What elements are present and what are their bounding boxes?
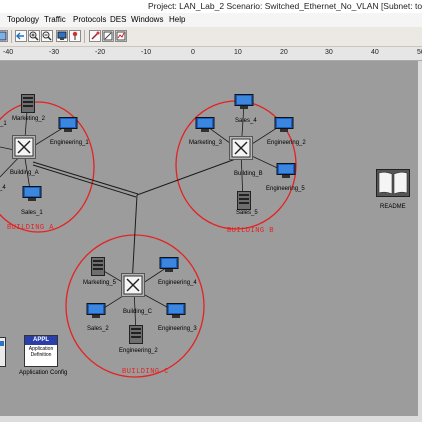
ruler-tick: 20: [280, 49, 288, 56]
building-b-label: BUILDING B: [227, 227, 275, 235]
host-label: Engineering_1: [50, 140, 89, 146]
workstation-icon[interactable]: [276, 163, 296, 181]
host-label: Marketing_3: [189, 140, 223, 146]
building-a-label: BUILDING A: [7, 224, 55, 232]
workstation-icon[interactable]: [274, 117, 294, 135]
book-icon[interactable]: [376, 169, 410, 199]
node-icon[interactable]: [89, 30, 101, 42]
host-label: Sales_4: [235, 118, 257, 124]
topology-links-layer: [0, 100, 297, 378]
workstation-icon[interactable]: [195, 117, 215, 135]
application-config-label: Application Config: [19, 370, 68, 376]
building-c-label: BUILDING C: [122, 368, 170, 376]
server-icon[interactable]: [21, 94, 35, 115]
ruler-tick: 10: [234, 49, 242, 56]
appl-box-text: Application Definition: [28, 346, 54, 358]
host-label: Engineering_4: [158, 280, 197, 286]
menu-bar: Topology Traffic Protocols DES Windows H…: [0, 13, 422, 27]
host-label: Engineering_2: [119, 348, 158, 354]
backbone-link-c: [131, 194, 138, 286]
arrow-left-icon[interactable]: [15, 30, 27, 42]
menu-protocols[interactable]: Protocols: [73, 15, 106, 24]
host-label: Sales_1: [21, 210, 43, 216]
workstation-icon[interactable]: [58, 117, 78, 135]
appl-badge: APPL: [25, 336, 57, 345]
grid-icon[interactable]: [0, 30, 8, 42]
title-bar: Project: LAN_Lab_2 Scenario: Switched_Et…: [0, 0, 422, 13]
horizontal-ruler: -40 -30 -20 -10 0 10 20 30 40 50: [0, 47, 422, 61]
menu-windows[interactable]: Windows: [131, 15, 163, 24]
server-icon[interactable]: [91, 257, 105, 278]
ruler-tick: -40: [3, 49, 14, 56]
workstation-icon[interactable]: [234, 94, 254, 112]
readme-label: README: [380, 204, 406, 210]
backbone-link-a: [32, 161, 139, 195]
switch-icon[interactable]: [229, 136, 253, 162]
application-config-icon[interactable]: APPL Application Definition: [24, 335, 58, 367]
menu-traffic[interactable]: Traffic: [44, 15, 66, 24]
server-icon[interactable]: [129, 325, 143, 346]
host-label: Marketing_2: [12, 116, 46, 122]
ruler-tick: -10: [141, 49, 152, 56]
menu-topology[interactable]: Topology: [7, 15, 39, 24]
switch-label: Building_A: [10, 170, 39, 176]
workstation-icon[interactable]: [86, 303, 106, 321]
window-title: Project: LAN_Lab_2 Scenario: Switched_Et…: [148, 1, 422, 11]
ruler-tick: 50: [417, 49, 422, 56]
ruler-tick: 40: [371, 49, 379, 56]
chart-icon[interactable]: [115, 30, 127, 42]
collapse-icon[interactable]: [102, 30, 114, 42]
host-label: Engineering_3: [158, 326, 197, 332]
switch-label: Building_B: [234, 171, 263, 177]
pin-icon[interactable]: [69, 30, 81, 42]
network-canvas[interactable]: BUILDING A BUILDING B BUILDING C Buildin…: [0, 61, 418, 417]
host-label: Engineering_2: [267, 140, 306, 146]
toolbar-separator: [11, 30, 12, 43]
backbone-link-a: [32, 164, 137, 198]
host-label-partial: _1: [0, 121, 7, 127]
ruler-tick: -30: [49, 49, 60, 56]
server-icon[interactable]: [237, 191, 251, 212]
monitor-icon[interactable]: [56, 30, 68, 42]
ruler-tick: -20: [95, 49, 106, 56]
ruler-tick: 30: [325, 49, 333, 56]
workstation-icon[interactable]: [22, 186, 42, 204]
backbone-link-b: [136, 156, 242, 196]
menu-help[interactable]: Help: [169, 15, 185, 24]
vertical-scrollbar[interactable]: [418, 61, 422, 417]
node-icon[interactable]: [0, 337, 6, 369]
zoom-in-icon[interactable]: [28, 30, 40, 42]
horizontal-scrollbar[interactable]: [0, 416, 422, 422]
menu-des[interactable]: DES: [110, 15, 126, 24]
workstation-icon[interactable]: [159, 257, 179, 275]
switch-icon[interactable]: [121, 273, 145, 299]
workstation-icon[interactable]: [166, 303, 186, 321]
zoom-out-icon[interactable]: [41, 30, 53, 42]
switch-label: Building_C: [123, 309, 153, 315]
ruler-tick: 0: [191, 49, 195, 56]
host-label: Sales_2: [87, 326, 109, 332]
host-label: Engineering_5: [266, 186, 305, 192]
toolbar-separator: [84, 30, 85, 43]
host-label-partial: _4: [0, 185, 6, 191]
switch-icon[interactable]: [12, 135, 36, 161]
host-label: Sales_5: [236, 210, 258, 216]
host-label: Marketing_5: [83, 280, 117, 286]
toolbar: [0, 27, 422, 47]
